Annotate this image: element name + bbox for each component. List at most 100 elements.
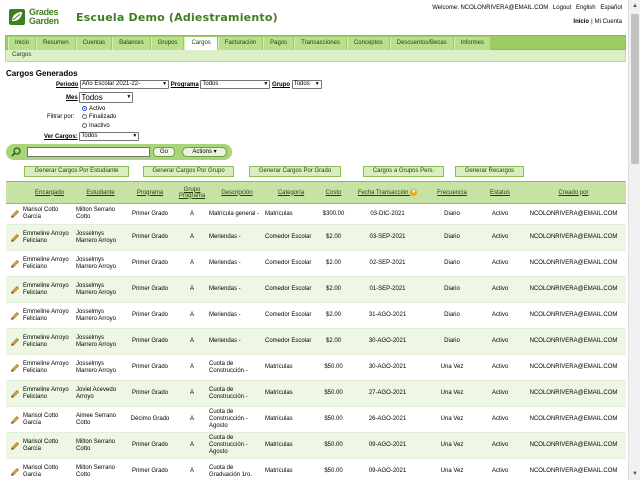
- grupo-select[interactable]: Todos ▼: [291, 80, 322, 89]
- tab-inicio[interactable]: Inicio: [8, 37, 37, 50]
- radio-finalizado[interactable]: Finalizado: [82, 114, 116, 120]
- col-costo[interactable]: Costo: [317, 181, 350, 204]
- cell-descripcion: Cuota de Construcción -: [209, 380, 265, 407]
- logo-text: Grades Garden: [29, 7, 59, 26]
- english-link[interactable]: English: [576, 5, 596, 11]
- search-icon[interactable]: [11, 147, 21, 157]
- mes-select[interactable]: Todos ▼: [79, 92, 134, 103]
- edit-pencil-icon[interactable]: [10, 415, 20, 425]
- generar-por-grupo-button[interactable]: Generar Cargos Por Grupo: [143, 166, 234, 177]
- edit-pencil-icon[interactable]: [10, 389, 20, 399]
- cell-programa: Primer Grado: [125, 203, 175, 225]
- edit-pencil-icon[interactable]: [10, 467, 20, 477]
- inicio-link[interactable]: Inicio: [573, 19, 589, 25]
- generar-por-grado-button[interactable]: Generar Cargos Por Grado: [249, 166, 341, 177]
- tab-balances[interactable]: Balances: [112, 37, 151, 50]
- charges-table: Encargado Estudiante Programa Grupo Prog…: [6, 181, 626, 480]
- tab-conceptos[interactable]: Conceptos: [346, 37, 390, 50]
- ver-cargos-select[interactable]: Todos ▼: [79, 132, 140, 141]
- edit-pencil-icon[interactable]: [10, 209, 20, 219]
- cell-estudiante: Milton Serrano Cotto: [76, 432, 125, 459]
- school-title: Escuela Demo (Adiestramiento): [76, 11, 278, 24]
- col-categoria[interactable]: Categoría: [265, 181, 317, 204]
- cell-frecuencia: Una Vez: [425, 432, 479, 459]
- logo[interactable]: Grades Garden: [8, 8, 70, 28]
- radio-inactivo-input[interactable]: [82, 123, 87, 128]
- col-programa[interactable]: Programa: [125, 181, 175, 204]
- col-estudiante[interactable]: Estudiante: [76, 181, 125, 204]
- tab-grupos[interactable]: Grupos: [150, 37, 185, 50]
- search-input[interactable]: [27, 147, 150, 157]
- chevron-down-icon: ▼: [263, 81, 269, 87]
- scroll-down-icon[interactable]: ▼: [629, 468, 640, 480]
- edit-pencil-icon[interactable]: [10, 441, 20, 451]
- cell-costo: $2.00: [317, 276, 350, 303]
- cell-grupo: A: [175, 250, 209, 277]
- col-estatus[interactable]: Estatus: [479, 181, 521, 204]
- edit-pencil-icon[interactable]: [10, 311, 20, 321]
- periodo-select[interactable]: Año Escolar 2021-22- ▼: [80, 80, 170, 89]
- col-descripcion[interactable]: Descripción: [209, 181, 265, 204]
- cell-grupo: A: [175, 328, 209, 355]
- actions-button[interactable]: Actions ▾: [182, 147, 227, 157]
- col-encargado[interactable]: Encargado: [23, 181, 76, 204]
- edit-cell: [6, 458, 23, 480]
- vertical-scrollbar[interactable]: ▲ ▼: [628, 0, 640, 480]
- radio-finalizado-input[interactable]: [82, 114, 87, 119]
- scroll-up-icon[interactable]: ▲: [629, 0, 640, 12]
- cell-estudiante: Josselmys Marrero Arroyo: [76, 302, 125, 329]
- cell-estudiante: Joviel Acevedo Arroyo: [76, 380, 125, 407]
- search-bar: Go Actions ▾: [6, 144, 232, 160]
- programa-select[interactable]: Todos ▼: [200, 80, 271, 89]
- generar-por-estudiante-button[interactable]: Generar Cargos Por Estudiante: [24, 166, 129, 177]
- cell-fecha: 27-AGO-2021: [350, 380, 425, 407]
- cell-descripcion: Meriendas -: [209, 328, 265, 355]
- tab-informes[interactable]: Informes: [453, 37, 492, 50]
- tab-resumen[interactable]: Resumen: [36, 37, 76, 50]
- cell-estatus: Activo: [479, 250, 521, 277]
- table-row: Marisol Cotto García Milton Serrano Cotto…: [6, 203, 626, 225]
- edit-pencil-icon[interactable]: [10, 259, 20, 269]
- tab-cargos[interactable]: Cargos: [184, 37, 218, 51]
- espanol-link[interactable]: Español: [600, 5, 622, 11]
- radio-activo-input[interactable]: [82, 106, 87, 111]
- cell-programa: Primer Grado: [125, 354, 175, 381]
- cell-estatus: Activo: [479, 302, 521, 329]
- chevron-down-icon: ▾: [213, 149, 217, 155]
- cell-grupo: A: [175, 302, 209, 329]
- cell-categoria: Comedor Escolar: [265, 328, 317, 355]
- edit-pencil-icon[interactable]: [10, 337, 20, 347]
- tab-pagos[interactable]: Pagos: [263, 37, 295, 50]
- scroll-thumb[interactable]: [631, 14, 639, 164]
- mi-cuenta-link[interactable]: Mi Cuenta: [595, 19, 622, 25]
- col-frecuencia[interactable]: Frecuencia: [425, 181, 479, 204]
- tab-facturacion[interactable]: Facturación: [217, 37, 264, 50]
- cell-descripcion: Meriendas -: [209, 224, 265, 251]
- logout-link[interactable]: Logout: [553, 5, 571, 11]
- tab-descuentos-becas[interactable]: Descuentos/Becas: [389, 37, 454, 50]
- radio-activo[interactable]: Activo: [82, 106, 105, 112]
- edit-pencil-icon[interactable]: [10, 285, 20, 295]
- cell-frecuencia: Una Vez: [425, 354, 479, 381]
- breadcrumb-cargos[interactable]: Cargos: [12, 52, 31, 58]
- tab-cuentas[interactable]: Cuentas: [75, 37, 113, 50]
- col-grupo-programa[interactable]: Grupo Programa: [175, 181, 209, 204]
- cell-categoria: Matrículas: [265, 458, 317, 480]
- cell-categoria: Matrículas: [265, 406, 317, 433]
- tab-transacciones[interactable]: Transacciones: [294, 37, 347, 50]
- cell-encargado: Emmeline Arroyo Feliciano: [23, 250, 76, 277]
- filter-row-mes: Mes Todos ▼: [66, 92, 134, 103]
- sort-desc-icon[interactable]: ▼: [410, 188, 418, 196]
- radio-inactivo[interactable]: Inactivo: [82, 123, 110, 129]
- go-button[interactable]: Go: [153, 147, 175, 157]
- cell-estatus: Activo: [479, 380, 521, 407]
- edit-cell: [6, 354, 23, 381]
- col-fecha-transaccion[interactable]: Fecha Transacción ▼: [350, 181, 425, 204]
- cell-encargado: Emmeline Arroyo Feliciano: [23, 302, 76, 329]
- col-creado-por[interactable]: Creado por: [521, 181, 626, 204]
- edit-pencil-icon[interactable]: [10, 363, 20, 373]
- edit-pencil-icon[interactable]: [10, 233, 20, 243]
- cell-encargado: Marisol Cotto García: [23, 406, 76, 433]
- grupos-pers-button[interactable]: Cargos a Grupos Pers.: [363, 166, 444, 177]
- generar-recargos-button[interactable]: Generar Recargos: [455, 166, 524, 177]
